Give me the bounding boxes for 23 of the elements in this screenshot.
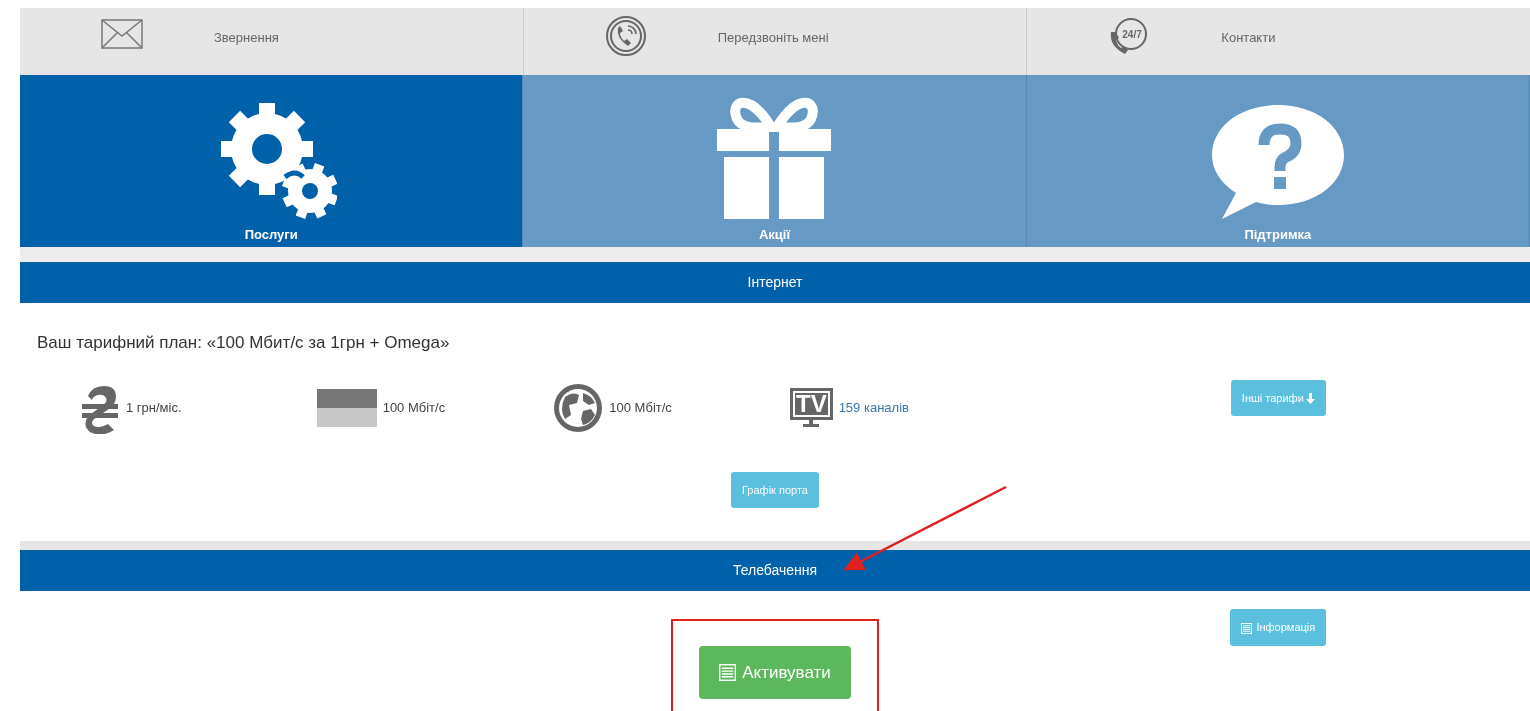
channels-link[interactable]: 159 каналів (838, 397, 909, 418)
phone-icon (603, 14, 648, 58)
nav-tile[interactable]: Акції (523, 75, 1027, 247)
section-header: Інтернет (20, 262, 1530, 303)
feature-value: 1 грн/міс. (126, 398, 182, 417)
activate-button[interactable]: Активувати (699, 645, 851, 699)
info-button[interactable]: Інформація (1230, 609, 1327, 646)
feature-value: 100 Мбіт/с (382, 398, 446, 417)
speed-bar-icon (316, 388, 377, 427)
contact-link[interactable]: Контакти (1221, 28, 1276, 75)
nav-tile[interactable]: Підтримка (1026, 75, 1530, 247)
contact-link[interactable]: Передзвоніть мені (717, 28, 829, 75)
contact-link[interactable]: Звернення (214, 28, 279, 75)
feature-value: 100 Мбіт/с (609, 398, 672, 417)
list-icon (1241, 622, 1253, 634)
other-tariffs-button[interactable]: Інші тарифи (1230, 379, 1326, 416)
arrow-down-icon (1305, 393, 1315, 405)
section-header: Телебачення (20, 550, 1530, 591)
list-icon (719, 663, 737, 681)
tariff-plan-text: Ваш тарифний план: «100 Мбит/с за 1грн + Omega» (36, 332, 451, 354)
port-graph-button[interactable]: Графік порта (731, 471, 819, 508)
nav-tile[interactable]: Послуги (20, 75, 524, 247)
globe-icon (553, 382, 604, 433)
